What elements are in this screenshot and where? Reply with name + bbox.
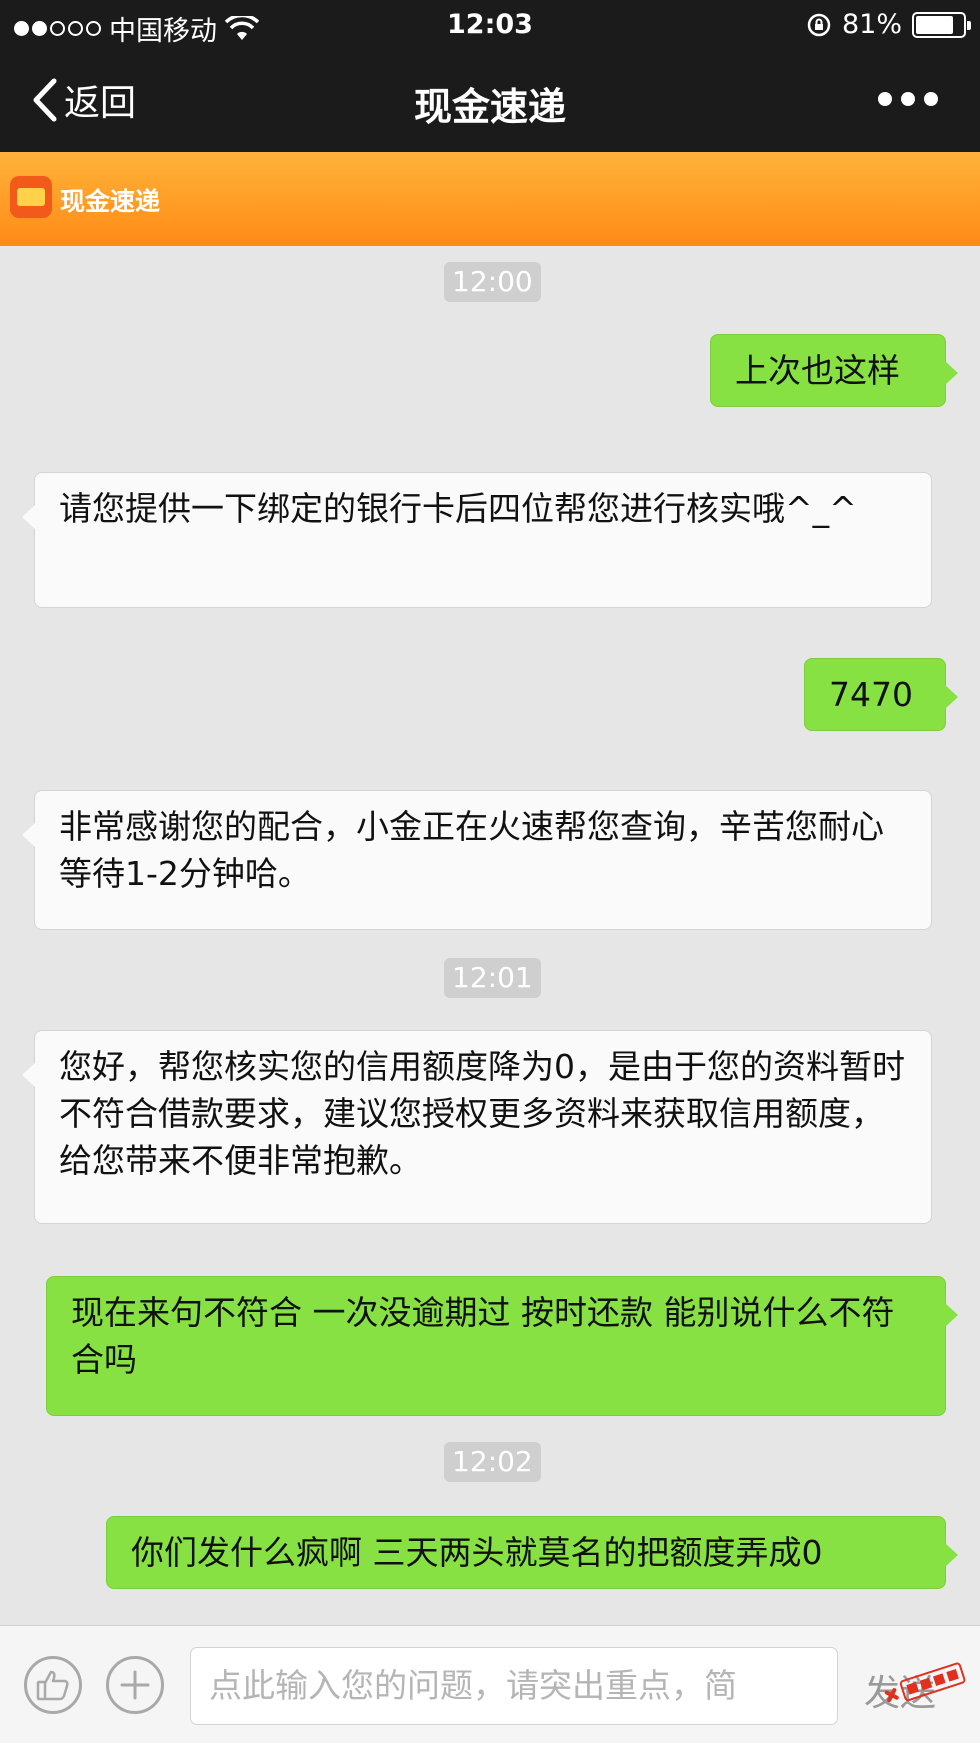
- like-button[interactable]: [24, 1656, 82, 1714]
- app-banner[interactable]: 现金速递: [0, 152, 980, 246]
- top-bar: 中国移动 12:03 81% 返回 现金速递: [0, 0, 980, 152]
- message-outgoing[interactable]: 现在来句不符合 一次没逾期过 按时还款 能别说什么不符合吗: [46, 1276, 958, 1416]
- timestamp: 12:00: [444, 262, 541, 302]
- message-outgoing[interactable]: 上次也这样: [710, 334, 958, 407]
- battery-percent: 81%: [841, 9, 902, 40]
- app-logo-icon: [10, 176, 52, 218]
- timestamp: 12:01: [444, 958, 541, 998]
- message-text: 现在来句不符合 一次没逾期过 按时还款 能别说什么不符合吗: [71, 1293, 895, 1379]
- message-outgoing[interactable]: 7470: [804, 658, 958, 731]
- page-title: 现金速递: [413, 85, 566, 129]
- message-input[interactable]: 点此输入您的问题，请突出重点，简: [190, 1647, 838, 1725]
- battery-icon: [912, 11, 971, 38]
- message-text: 上次也这样: [735, 351, 900, 390]
- message-text: 7470: [829, 675, 913, 714]
- message-text: 您好，帮您核实您的信用额度降为0，是由于您的资料暂时不符合借款要求，建议您授权更…: [59, 1047, 905, 1180]
- status-bar: 中国移动 12:03 81%: [0, 0, 980, 50]
- banner-brand: 现金速递: [60, 187, 161, 216]
- rotation-lock-icon: [807, 13, 831, 36]
- message-incoming[interactable]: 请您提供一下绑定的银行卡后四位帮您进行核实哦^_^: [22, 472, 932, 608]
- more-icon-dot: [901, 92, 915, 106]
- input-placeholder: 点此输入您的问题，请突出重点，简: [209, 1666, 737, 1705]
- timestamp: 12:02: [444, 1442, 541, 1482]
- input-bar: 点此输入您的问题，请突出重点，简 发送: [0, 1625, 980, 1743]
- nav-bar: 返回 现金速递: [0, 50, 980, 152]
- more-icon-dot: [924, 92, 938, 106]
- message-incoming[interactable]: 非常感谢您的配合，小金正在火速帮您查询，辛苦您耐心等待1-2分钟哈。: [22, 790, 932, 930]
- thumbs-up-icon: [36, 1670, 69, 1701]
- message-outgoing[interactable]: 你们发什么疯啊 三天两头就莫名的把额度弄成0: [106, 1516, 958, 1589]
- message-text: 非常感谢您的配合，小金正在火速帮您查询，辛苦您耐心等待1-2分钟哈。: [59, 807, 884, 893]
- watermark-logo: [884, 1662, 966, 1703]
- message-text: 你们发什么疯啊 三天两头就莫名的把额度弄成0: [131, 1533, 823, 1572]
- status-right: 81%: [806, 9, 971, 40]
- battery-fill: [916, 15, 954, 34]
- more-button[interactable]: [878, 92, 938, 106]
- plus-icon: [120, 1670, 150, 1700]
- add-button[interactable]: [106, 1656, 164, 1714]
- message-incoming[interactable]: 您好，帮您核实您的信用额度降为0，是由于您的资料暂时不符合借款要求，建议您授权更…: [22, 1030, 932, 1224]
- more-icon: [878, 92, 892, 106]
- message-text: 请您提供一下绑定的银行卡后四位帮您进行核实哦^_^: [59, 489, 857, 528]
